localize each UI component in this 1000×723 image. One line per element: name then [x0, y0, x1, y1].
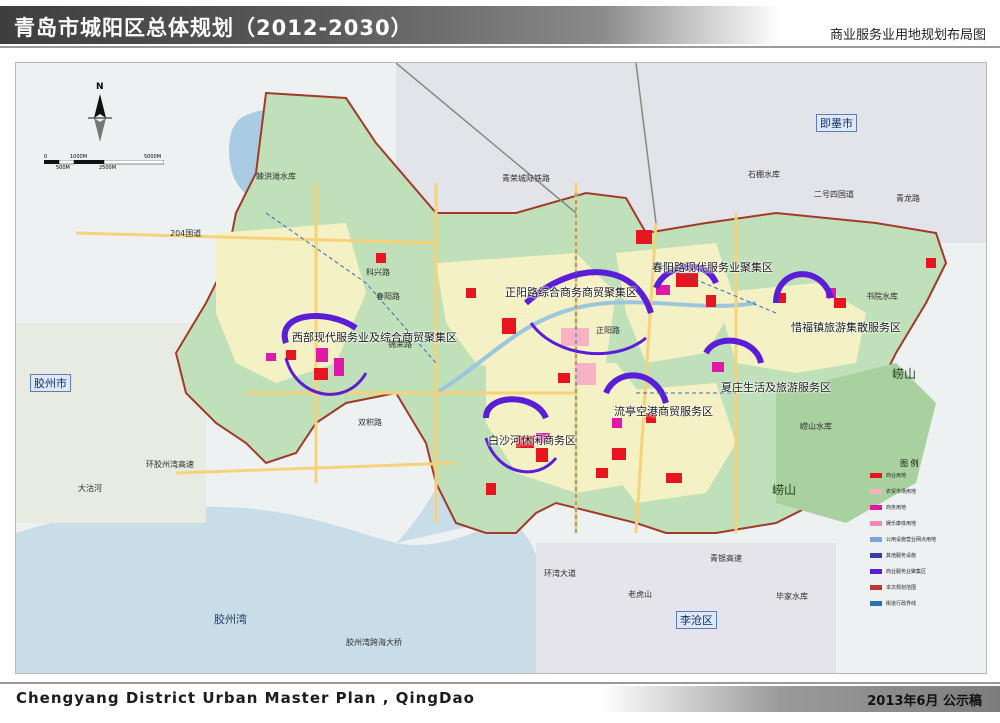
legend-swatch: [870, 553, 882, 558]
road-huanjiaozhouwan: 环胶州湾高速: [146, 460, 194, 469]
bay-label: 胶州湾: [214, 613, 247, 626]
legend-item: 街道行政界线: [870, 600, 916, 610]
road-zhengyang: 正阳路: [596, 326, 620, 335]
map-subtitle: 商业服务业用地规划布局图: [829, 28, 986, 43]
legend-swatch: [870, 601, 882, 606]
road-bay-bridge: 胶州湾跨海大桥: [346, 638, 402, 647]
city-licang: 李沧区: [676, 611, 717, 629]
header-gradient: [600, 6, 780, 44]
rail-qingrong: 青荣城际铁路: [502, 174, 550, 183]
city-jimo: 即墨市: [816, 114, 857, 132]
legend-swatch: [870, 569, 882, 574]
road-kexing: 科兴路: [366, 268, 390, 277]
cluster-west-modern: 西部现代服务业及综合商贸聚集区: [292, 331, 457, 344]
legend-label: 商业用地: [886, 473, 907, 479]
compass-icon: [88, 94, 112, 142]
mountain-laoshan-2: 崂山: [772, 483, 797, 497]
road-qinglong: 青龙路: [896, 194, 920, 203]
legend-label: 其他服务设施: [886, 553, 917, 559]
north-label: N: [96, 82, 104, 92]
reservoir-label: 棘洪滩水库: [256, 172, 296, 181]
legend-swatch: [870, 489, 882, 494]
scale-1000: 1000M: [70, 154, 88, 160]
legend-item: 娱乐康体用地: [870, 520, 916, 530]
legend-title: 图 例: [900, 459, 919, 468]
legend-label: 街道行政界线: [886, 601, 917, 607]
legend-swatch: [870, 505, 882, 510]
river-dagu: 大沽河: [78, 484, 102, 493]
scale-bar: 0 1000M 5000M 500M 2500M: [44, 154, 164, 172]
shuyuan-reservoir-label: 书院水库: [866, 292, 898, 301]
bijia-reservoir-label: 毕家水库: [776, 592, 808, 601]
scale-5000: 5000M: [144, 154, 162, 160]
legend-label: 公用设施营业网点用地: [886, 537, 937, 543]
laohushan-label: 老虎山: [628, 590, 652, 599]
laoshan-reservoir-label: 崂山水库: [800, 422, 832, 431]
mountain-laoshan-1: 崂山: [892, 367, 917, 381]
road-huanwan: 环湾大道: [544, 569, 576, 578]
cluster-xifu: 惜福镇旅游集散服务区: [791, 321, 901, 334]
legend-swatch: [870, 473, 882, 478]
map-legend: 图 例 商业用地农贸市场用地 商务用地娱乐康体用地公用设施营业网点用地 其他服务设施…: [870, 458, 980, 618]
legend-swatch: [870, 537, 882, 542]
cluster-chunyang: 春阳路现代服务业聚集区: [652, 261, 773, 274]
legend-item: 公用设施营业网点用地: [870, 536, 936, 546]
cluster-baisha: 白沙河休闲商务区: [488, 434, 576, 447]
road-chunyang: 春阳路: [376, 292, 400, 301]
footer-divider: [0, 682, 1000, 684]
cluster-xiazhuang: 夏庄生活及旅游服务区: [721, 381, 831, 394]
road-jinrong: 锦荣路: [388, 340, 412, 349]
legend-item: 商务用地: [870, 504, 906, 514]
publication-date: 2013年6月 公示稿: [867, 694, 982, 709]
road-204: 204国道: [170, 229, 202, 238]
legend-item: 其他服务设施: [870, 552, 916, 562]
legend-label: 本次规划范围: [886, 585, 917, 591]
legend-label: 商务用地: [886, 505, 907, 511]
header-divider: [0, 46, 1000, 48]
legend-swatch: [870, 585, 882, 590]
legend-item: 农贸市场用地: [870, 488, 916, 498]
shipeng-reservoir-label: 石棚水库: [748, 170, 780, 179]
jiaozhou-bay: [16, 506, 545, 673]
legend-label: 娱乐康体用地: [886, 521, 917, 527]
scale-2500: 2500M: [99, 165, 117, 171]
legend-label: 商业服务业聚集区: [886, 569, 927, 575]
cluster-zhengyang: 正阳路综合商务商贸聚集区: [505, 286, 637, 299]
legend-item: 商业服务业聚集区: [870, 568, 926, 578]
city-jiaozhou: 胶州市: [30, 374, 71, 392]
legend-item: 商业用地: [870, 472, 906, 482]
road-ersiguodao: 二号四国道: [814, 190, 854, 199]
page-title: 青岛市城阳区总体规划（2012-2030）: [14, 16, 413, 40]
road-qingyin: 青银高速: [710, 554, 742, 563]
scale-0: 0: [44, 154, 48, 160]
scale-500: 500M: [56, 165, 70, 171]
cluster-liuting: 流亭空港商贸服务区: [614, 405, 713, 418]
north-arrow: N: [88, 82, 112, 154]
legend-label: 农贸市场用地: [886, 489, 917, 495]
road-shuangji: 双积路: [358, 418, 382, 427]
legend-item: 本次规划范围: [870, 584, 916, 594]
english-title: Chengyang District Urban Master Plan , Q…: [16, 689, 475, 707]
legend-swatch: [870, 521, 882, 526]
